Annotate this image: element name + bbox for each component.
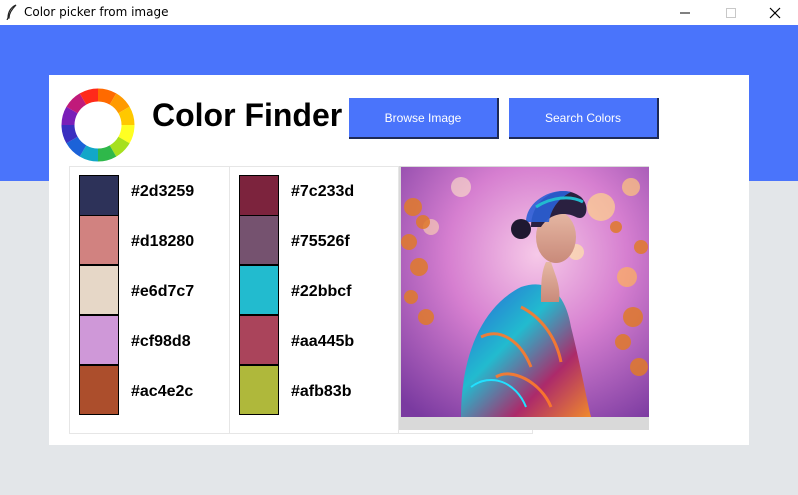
color-swatch [239, 215, 279, 265]
color-hex-label: #ac4e2c [131, 383, 194, 400]
color-swatch [79, 315, 119, 365]
color-hex-label: #d18280 [131, 233, 195, 250]
color-swatch [239, 315, 279, 365]
color-hex-label: #afb83b [291, 383, 352, 400]
maximize-button[interactable] [708, 0, 754, 25]
feather-icon [6, 4, 17, 20]
window-title: Color picker from image [24, 5, 169, 19]
minimize-button[interactable] [662, 0, 708, 25]
preview-image [401, 167, 649, 417]
app-title: Color Finder [152, 97, 343, 133]
browse-image-button[interactable]: Browse Image [349, 98, 499, 139]
color-swatch [239, 265, 279, 315]
color-swatch [79, 265, 119, 315]
color-swatch [79, 365, 119, 415]
color-wheel-icon [61, 88, 135, 162]
close-icon [769, 7, 781, 18]
color-swatch [79, 215, 119, 265]
palette-divider [229, 166, 230, 434]
color-hex-label: #aa445b [291, 333, 355, 350]
color-hex-label: #cf98d8 [131, 333, 191, 350]
search-colors-button[interactable]: Search Colors [509, 98, 659, 139]
color-hex-label: #7c233d [291, 183, 355, 200]
color-swatch [239, 365, 279, 415]
title-bar: Color picker from image [0, 0, 798, 25]
color-hex-label: #2d3259 [131, 183, 195, 200]
minimize-icon [680, 12, 690, 13]
close-button[interactable] [752, 0, 798, 25]
color-hex-label: #75526f [291, 233, 350, 250]
color-hex-label: #22bbcf [291, 283, 352, 300]
maximize-icon [726, 7, 736, 18]
color-hex-label: #e6d7c7 [131, 283, 195, 300]
